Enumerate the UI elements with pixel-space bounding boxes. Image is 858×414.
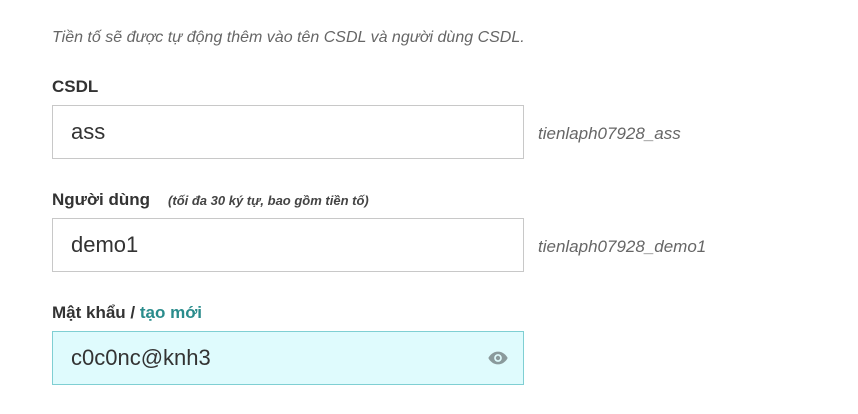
user-label-row: Người dùng (tối đa 30 ký tự, bao gồm tiền…	[52, 190, 369, 210]
user-label: Người dùng	[52, 190, 151, 209]
user-full-name: tienlaph07928_demo1	[538, 237, 707, 256]
eye-icon[interactable]	[487, 347, 509, 369]
username-field[interactable]	[52, 218, 524, 272]
username-input[interactable]	[53, 219, 523, 271]
user-length-note: (tối đa 30 ký tự, bao gồm tiền tố)	[168, 193, 369, 208]
password-label-row: Mật khẩu / tạo mới	[52, 303, 202, 323]
database-name-field[interactable]	[52, 105, 524, 159]
password-field[interactable]	[52, 331, 524, 385]
database-name-input[interactable]	[53, 106, 523, 158]
password-label: Mật khẩu /	[52, 303, 140, 322]
password-input[interactable]	[53, 332, 523, 384]
generate-password-link[interactable]: tạo mới	[140, 303, 202, 322]
database-full-name: tienlaph07928_ass	[538, 124, 681, 143]
prefix-hint: Tiền tố sẽ được tự động thêm vào tên CSD…	[52, 29, 525, 46]
database-label: CSDL	[52, 77, 99, 96]
